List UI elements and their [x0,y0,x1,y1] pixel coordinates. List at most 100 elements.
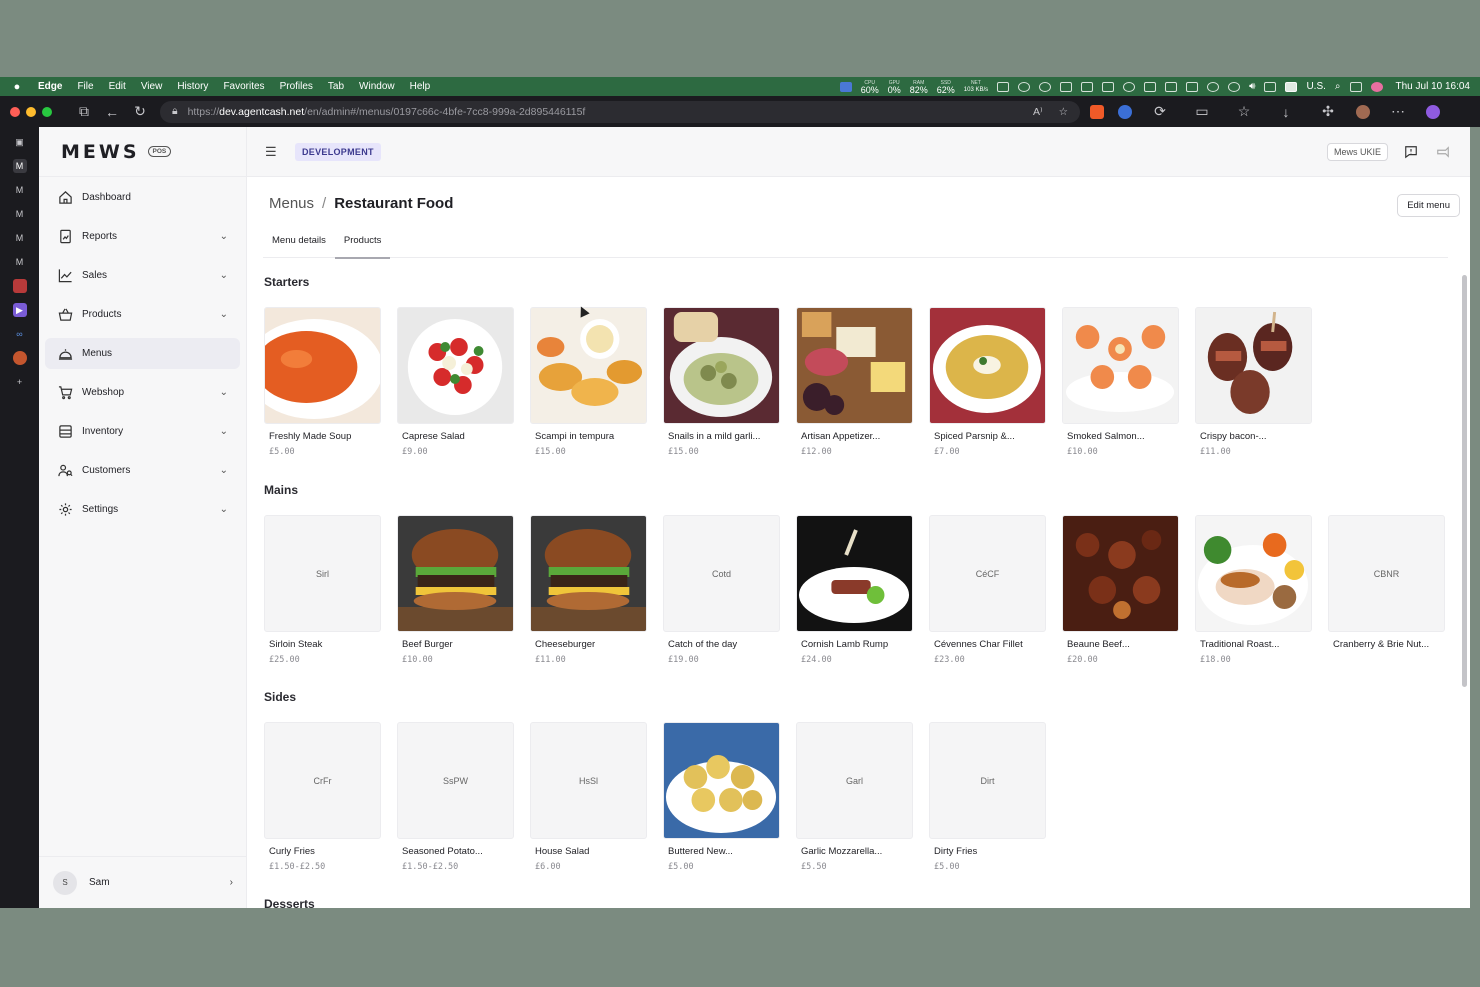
tab-mews-active[interactable]: M [12,159,27,173]
gpu-stat[interactable]: GPU 0% [888,80,901,95]
tab-infinity-icon[interactable]: ∞ [13,327,27,341]
favorites-icon[interactable]: ☆ [1230,103,1258,120]
profile-avatar-icon[interactable] [1356,104,1370,119]
tab-mews-5[interactable]: M [13,255,27,269]
product-card[interactable]: Artisan Appetizer... £12.00 [796,307,913,457]
mews-logo[interactable]: MEWS [61,141,140,163]
product-card[interactable]: Traditional Roast... £18.00 [1195,515,1312,665]
product-card[interactable]: Dirt Dirty Fries £5.00 [929,722,1046,872]
extension-sync-icon[interactable]: ⟳ [1146,103,1174,120]
product-card[interactable]: Buttered New... £5.00 [663,722,780,872]
tab-mews-3[interactable]: M [13,207,27,221]
product-card[interactable]: Snails in a mild garli... £15.00 [663,307,780,457]
spotlight-icon[interactable]: ⌕ [1335,81,1341,92]
workspaces-icon[interactable]: ⧉ [70,103,98,120]
weather-icon[interactable] [1144,81,1157,92]
cpu-stat[interactable]: CPU 60% [861,80,879,95]
copilot-icon[interactable] [1426,104,1440,119]
product-card[interactable]: Beef Burger £10.00 [397,515,514,665]
siri-icon[interactable] [1370,81,1383,92]
wallet-icon[interactable] [1186,81,1199,92]
menu-app-edge[interactable]: Edge [38,81,62,92]
clock[interactable]: Thu Jul 10 16:04 [1396,81,1471,92]
tab-products[interactable]: Products [334,232,391,259]
menu-window[interactable]: Window [359,81,395,92]
back-icon[interactable]: ← [98,104,126,120]
sidebar-item-settings[interactable]: Settings ⌄ [45,494,240,525]
product-card[interactable]: SsPW Seasoned Potato... £1.50-£2.50 [397,722,514,872]
minimize-window-button[interactable] [26,106,36,117]
display-icon[interactable] [1102,81,1115,92]
apple-icon[interactable]: ● [10,81,24,93]
chatgpt-icon[interactable] [1123,81,1136,92]
lock-icon[interactable]: 🔒︎ [172,105,178,118]
product-card[interactable]: Garl Garlic Mozzarella... £5.50 [796,722,913,872]
product-card[interactable]: CéCF Cévennes Char Fillet £23.00 [929,515,1046,665]
sidebar-item-menus[interactable]: Menus [45,338,240,369]
enterprise-switcher[interactable]: Mews UKIE [1326,142,1388,161]
sidebar-item-inventory[interactable]: Inventory ⌄ [45,416,240,447]
sidebar-item-dashboard[interactable]: Dashboard [45,182,240,213]
menu-file[interactable]: File [77,81,93,92]
keyboard-layout[interactable]: U.S. [1306,81,1325,92]
menu-history[interactable]: History [177,81,208,92]
screen-mirror-icon[interactable] [839,81,852,92]
screens-icon[interactable] [1165,81,1178,92]
creative-cloud-icon[interactable] [1207,81,1220,92]
product-card[interactable]: Scampi in tempura £15.00 [530,307,647,457]
sidebar-item-products[interactable]: Products ⌄ [45,299,240,330]
reload-icon[interactable]: ↻ [126,103,154,120]
control-center-icon[interactable] [1349,81,1362,92]
menu-tab[interactable]: Tab [328,81,344,92]
address-bar[interactable]: 🔒︎ https://dev.agentcash.net/en/admin#/m… [160,100,1080,123]
ram-stat[interactable]: RAM 82% [910,80,928,95]
battery-level-icon[interactable] [1285,81,1298,92]
downloads-icon[interactable]: ↓ [1272,104,1300,120]
product-card[interactable]: Cheeseburger £11.00 [530,515,647,665]
tab-mews-2[interactable]: M [13,183,27,197]
product-card[interactable]: CBNR Cranberry & Brie Nut... [1328,515,1445,665]
tab-actions-icon[interactable]: ▣ [13,135,27,149]
battery-icon[interactable] [997,81,1010,92]
cloud-icon[interactable] [1039,81,1052,92]
more-options-icon[interactable]: ⋯ [1384,103,1412,120]
breadcrumb-menus-link[interactable]: Menus [269,195,314,212]
network-stat[interactable]: NET 103 KB/s [964,80,988,94]
sync-icon[interactable] [1018,81,1031,92]
extension-orange-icon[interactable] [1090,104,1104,119]
product-card[interactable]: CrFr Curly Fries £1.50-£2.50 [264,722,381,872]
sidebar-item-customers[interactable]: Customers ⌄ [45,455,240,486]
tab-menu-details[interactable]: Menu details [263,232,335,258]
product-card[interactable]: Crispy bacon-... £11.00 [1195,307,1312,457]
favorite-star-icon[interactable]: ☆ [1059,106,1068,118]
tab-orange-icon[interactable] [12,351,27,365]
volume-icon[interactable]: 🔊︎ [1249,81,1255,92]
menu-favorites[interactable]: Favorites [223,81,264,92]
wifi-icon[interactable] [1228,81,1241,92]
drive-icon[interactable] [1060,81,1073,92]
product-card[interactable]: Smoked Salmon... £10.00 [1062,307,1179,457]
scrollbar[interactable] [1462,275,1467,687]
edit-menu-button[interactable]: Edit menu [1397,194,1460,217]
sidebar-item-reports[interactable]: Reports ⌄ [45,221,240,252]
new-tab-icon[interactable]: + [13,375,27,389]
sidebar-item-webshop[interactable]: Webshop ⌄ [45,377,240,408]
collapse-sidebar-icon[interactable]: ☰ [265,144,279,160]
split-screen-icon[interactable]: ▭ [1188,103,1216,120]
menu-help[interactable]: Help [410,81,431,92]
tab-mews-4[interactable]: M [13,231,27,245]
product-card[interactable]: Freshly Made Soup £5.00 [264,307,381,457]
menu-edit[interactable]: Edit [109,81,126,92]
product-card[interactable]: Cornish Lamb Rump £24.00 [796,515,913,665]
product-card[interactable]: Sirl Sirloin Steak £25.00 [264,515,381,665]
extension-shield-icon[interactable] [1118,104,1132,119]
tab-video-icon[interactable]: ▶ [12,303,27,317]
feedback-icon[interactable] [1402,143,1420,161]
bluetooth-icon[interactable] [1264,81,1277,92]
sidebar-item-sales[interactable]: Sales ⌄ [45,260,240,291]
menu-view[interactable]: View [141,81,163,92]
read-aloud-icon[interactable]: A⁾ [1033,106,1043,118]
close-window-button[interactable] [10,106,20,117]
product-card[interactable]: Cotd Catch of the day £19.00 [663,515,780,665]
product-card[interactable]: Caprese Salad £9.00 [397,307,514,457]
